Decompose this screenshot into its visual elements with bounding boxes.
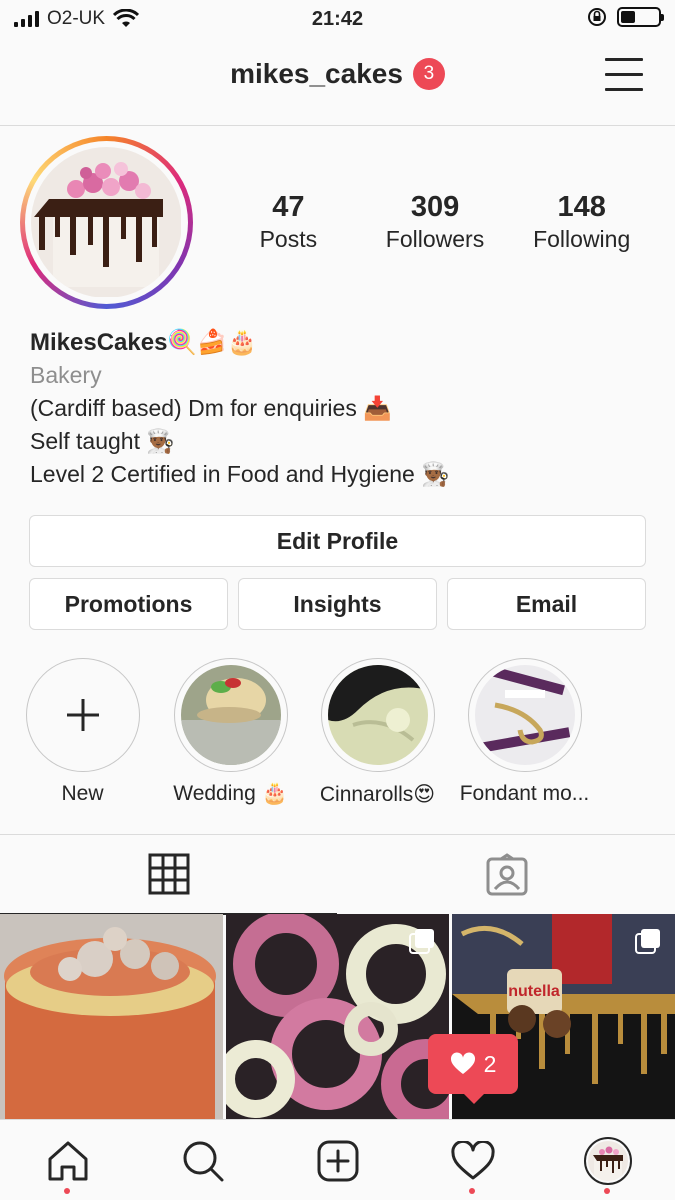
highlight-cinnarolls[interactable]: Cinnarolls😍 (305, 658, 450, 807)
highlight-fondant[interactable]: Fondant mo... (452, 658, 597, 806)
post-grid: nutella (0, 914, 675, 1119)
add-post-icon (317, 1140, 358, 1181)
highlight-image (327, 665, 428, 765)
plus-icon (66, 699, 99, 731)
heart-icon (450, 1140, 495, 1179)
highlight-circle (467, 658, 582, 772)
cake-avatar-image (31, 147, 182, 298)
grid-icon (148, 853, 189, 895)
nav-notification-dot (64, 1188, 70, 1194)
home-icon (48, 1141, 87, 1180)
stat-label: Following (533, 226, 631, 252)
heart-filled-icon (450, 1052, 475, 1074)
edit-profile-button[interactable]: Edit Profile (29, 515, 646, 567)
status-right (587, 7, 664, 27)
stat-number: 47 (272, 191, 305, 223)
tab-tagged[interactable] (338, 835, 675, 915)
insights-button[interactable]: Insights (238, 578, 437, 630)
nav-home[interactable] (0, 1120, 135, 1200)
stat-number: 309 (410, 191, 460, 223)
profile-avatar[interactable] (20, 136, 193, 309)
highlight-image (474, 665, 575, 765)
nav-search[interactable] (135, 1120, 270, 1200)
nav-notification-dot (469, 1188, 475, 1194)
stat-label: Posts (259, 226, 318, 252)
bio-line: (Cardiff based) Dm for enquiries 📥 (30, 395, 392, 421)
new-highlight-circle[interactable] (25, 658, 140, 772)
status-bar: O2-UK 21:42 (0, 0, 675, 40)
multiple-photos-icon (635, 929, 660, 954)
highlight-image (180, 665, 281, 765)
promotions-button[interactable]: Promotions (29, 578, 228, 630)
multiple-photos-icon (409, 929, 434, 954)
highlight-wedding[interactable]: Wedding 🎂 (158, 658, 303, 806)
notification-badge[interactable]: 3 (412, 58, 445, 90)
nav-notification-dot (604, 1188, 610, 1194)
username-title[interactable]: mikes_cakes (230, 58, 403, 90)
stat-following[interactable]: 148 Following (508, 190, 655, 254)
status-time: 21:42 (311, 8, 364, 30)
hamburger-menu-icon[interactable] (605, 58, 643, 92)
stat-label: Followers (385, 226, 485, 252)
profile-stats: 47 Posts 309 Followers 148 Following (215, 190, 655, 254)
profile-bio: MikesCakes🍭🍰🎂 Bakery (Cardiff based) Dm … (30, 326, 650, 491)
battery-icon (617, 7, 664, 27)
business-category: Bakery (30, 362, 102, 388)
like-count: 2 (483, 1050, 497, 1077)
email-button[interactable]: Email (447, 578, 646, 630)
rotation-lock-icon (588, 8, 606, 26)
profile-header: mikes_cakes 3 (0, 40, 675, 126)
stat-posts[interactable]: 47 Posts (215, 190, 362, 254)
highlight-label: Cinnarolls😍 (319, 783, 436, 806)
highlight-circle (173, 658, 288, 772)
post-thumbnail[interactable] (0, 914, 223, 1119)
tagged-icon (486, 853, 527, 896)
profile-tabs (0, 834, 675, 915)
search-icon (183, 1141, 223, 1181)
bottom-navigation (0, 1119, 675, 1200)
stat-number: 148 (557, 191, 606, 223)
highlight-label: Fondant mo... (459, 782, 590, 805)
tab-grid[interactable] (0, 835, 337, 915)
nav-add-post[interactable] (270, 1120, 405, 1200)
profile-avatar-icon (583, 1136, 632, 1185)
post-thumbnail[interactable] (226, 914, 449, 1119)
highlight-circle (320, 658, 435, 772)
highlight-new[interactable]: New (10, 658, 155, 806)
nav-activity[interactable] (405, 1120, 540, 1200)
svg-text:nutella: nutella (508, 983, 560, 1000)
stat-followers[interactable]: 309 Followers (362, 190, 509, 254)
highlight-label: Wedding 🎂 (173, 782, 288, 805)
highlight-label: New (61, 782, 104, 805)
bio-line: Level 2 Certified in Food and Hygiene 👨🏾… (30, 461, 450, 487)
username-row: mikes_cakes 3 (0, 58, 675, 90)
display-name: MikesCakes🍭🍰🎂 (30, 329, 258, 356)
bio-line: Self taught 👨🏾‍🍳 (30, 428, 175, 454)
nav-profile[interactable] (540, 1120, 675, 1200)
activity-like-popup[interactable]: 2 (428, 1034, 518, 1104)
